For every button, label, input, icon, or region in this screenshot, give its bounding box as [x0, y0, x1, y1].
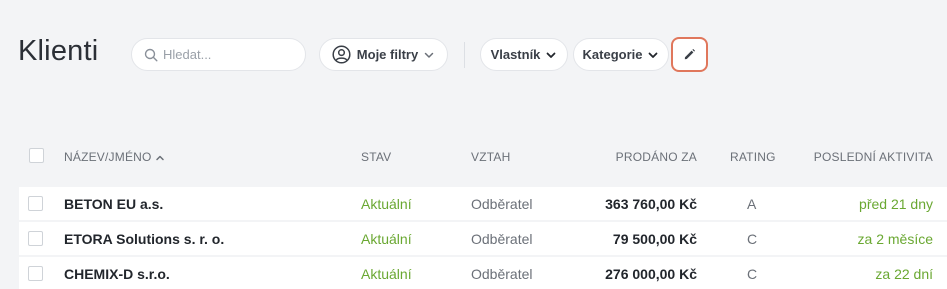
- row-checkbox[interactable]: [28, 196, 43, 211]
- table-row[interactable]: CHEMIX-D s.r.o. Aktuální Odběratel 276 0…: [19, 257, 947, 289]
- table-row[interactable]: BETON EU a.s. Aktuální Odběratel 363 760…: [19, 187, 947, 220]
- column-header-relation[interactable]: VZTAH: [471, 150, 510, 164]
- client-name[interactable]: ETORA Solutions s. r. o.: [64, 231, 224, 247]
- column-header-rating[interactable]: RATING: [730, 150, 776, 164]
- my-filters-label: Moje filtry: [356, 47, 419, 62]
- pencil-icon: [684, 49, 695, 60]
- search-box[interactable]: [131, 38, 306, 71]
- column-header-state[interactable]: STAV: [361, 150, 391, 164]
- search-input[interactable]: [163, 47, 293, 62]
- client-last-activity: za 22 dní: [875, 266, 933, 282]
- my-filters-button[interactable]: Moje filtry: [319, 38, 448, 71]
- owner-filter-button[interactable]: Vlastník: [480, 38, 568, 71]
- search-icon: [144, 48, 158, 62]
- client-name[interactable]: BETON EU a.s.: [64, 196, 163, 212]
- client-relation: Odběratel: [471, 231, 533, 247]
- edit-filters-button[interactable]: [671, 37, 708, 72]
- category-filter-button[interactable]: Kategorie: [573, 38, 669, 71]
- user-circle-icon: [332, 45, 351, 64]
- page-title: Klienti: [18, 35, 99, 67]
- client-relation: Odběratel: [471, 266, 533, 282]
- chevron-down-icon: [647, 49, 659, 61]
- client-state: Aktuální: [361, 196, 412, 212]
- client-rating: C: [747, 231, 758, 247]
- category-filter-label: Kategorie: [582, 47, 643, 62]
- toolbar-divider: [464, 42, 465, 68]
- client-rating: C: [747, 266, 758, 282]
- client-last-activity: za 2 měsíce: [857, 231, 933, 247]
- client-state: Aktuální: [361, 266, 412, 282]
- sort-up-icon: [156, 155, 164, 161]
- column-header-name[interactable]: NÁZEV/JMÉNO: [64, 150, 165, 164]
- chevron-down-icon: [545, 49, 557, 61]
- client-sold: 276 000,00 Kč: [605, 266, 697, 282]
- client-state: Aktuální: [361, 231, 412, 247]
- client-relation: Odběratel: [471, 196, 533, 212]
- client-last-activity: před 21 dny: [859, 196, 933, 212]
- client-rating: A: [747, 196, 757, 212]
- row-checkbox[interactable]: [28, 231, 43, 246]
- column-header-last-activity[interactable]: POSLEDNÍ AKTIVITA: [814, 150, 933, 164]
- row-checkbox[interactable]: [28, 266, 43, 281]
- client-sold: 363 760,00 Kč: [605, 196, 697, 212]
- select-all-checkbox[interactable]: [29, 148, 44, 163]
- client-sold: 79 500,00 Kč: [612, 231, 697, 247]
- column-header-sold[interactable]: PRODÁNO ZA: [616, 150, 697, 164]
- column-header-name-label: NÁZEV/JMÉNO: [64, 150, 152, 164]
- owner-filter-label: Vlastník: [490, 47, 541, 62]
- client-name[interactable]: CHEMIX-D s.r.o.: [64, 266, 170, 282]
- table-row[interactable]: ETORA Solutions s. r. o. Aktuální Odběra…: [19, 222, 947, 255]
- chevron-down-icon: [423, 49, 435, 61]
